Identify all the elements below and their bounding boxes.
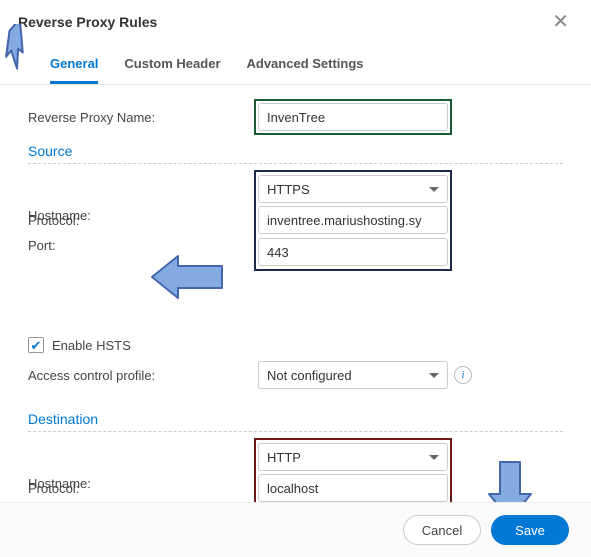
reverse-proxy-name-input[interactable]: [258, 103, 448, 131]
tab-custom-header[interactable]: Custom Header: [124, 50, 220, 84]
section-source-heading: Source: [28, 135, 563, 161]
divider: [28, 163, 563, 164]
chevron-down-icon: [429, 455, 439, 460]
title-bar: Reverse Proxy Rules ✕: [0, 0, 591, 42]
chevron-down-icon: [429, 373, 439, 378]
source-hostname-input[interactable]: [258, 206, 448, 234]
info-icon[interactable]: i: [454, 366, 472, 384]
close-icon[interactable]: ✕: [548, 10, 573, 34]
acp-value: Not configured: [267, 368, 352, 383]
content: Reverse Proxy Name: Source Protocol: HTT…: [0, 85, 591, 539]
tab-general[interactable]: General: [50, 50, 98, 84]
tabs: General Custom Header Advanced Settings: [0, 42, 591, 85]
destination-protocol-value: HTTP: [267, 450, 301, 465]
enable-hsts-checkbox[interactable]: ✔: [28, 337, 44, 353]
source-protocol-select[interactable]: HTTPS: [258, 175, 448, 203]
label-source-port: Port:: [28, 238, 258, 253]
source-port-input[interactable]: [258, 238, 448, 266]
label-enable-hsts: Enable HSTS: [52, 338, 131, 353]
row-name: Reverse Proxy Name:: [28, 99, 563, 135]
source-protocol-value: HTTPS: [267, 182, 310, 197]
label-acp: Access control profile:: [28, 368, 258, 383]
divider: [28, 431, 563, 432]
label-dest-hostname: Hostname:: [28, 476, 258, 491]
section-destination-heading: Destination: [28, 403, 563, 429]
tab-advanced-settings[interactable]: Advanced Settings: [247, 50, 364, 84]
dialog: Reverse Proxy Rules ✕ General Custom Hea…: [0, 0, 591, 557]
save-button[interactable]: Save: [491, 515, 569, 545]
destination-protocol-select[interactable]: HTTP: [258, 443, 448, 471]
footer: Cancel Save: [0, 502, 591, 557]
row-hsts: ✔ Enable HSTS: [28, 331, 563, 357]
chevron-down-icon: [429, 187, 439, 192]
label-source-hostname: Hostname:: [28, 208, 258, 223]
cancel-button[interactable]: Cancel: [403, 515, 481, 545]
dialog-title: Reverse Proxy Rules: [18, 14, 157, 30]
label-name: Reverse Proxy Name:: [28, 110, 258, 125]
destination-hostname-input[interactable]: [258, 474, 448, 502]
access-control-profile-select[interactable]: Not configured: [258, 361, 448, 389]
row-acp: Access control profile: Not configured i: [28, 357, 563, 393]
